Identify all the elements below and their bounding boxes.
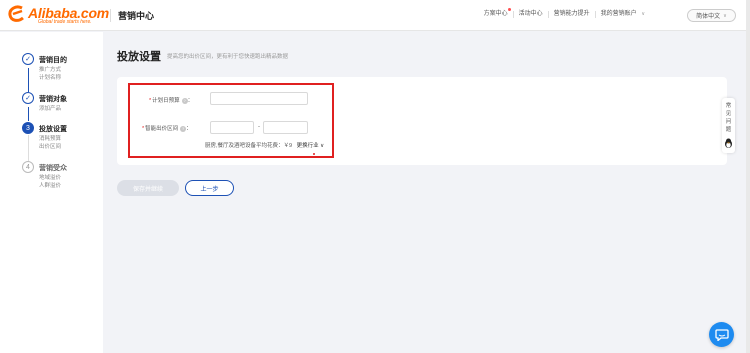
alibaba-logo[interactable]: Alibaba.com Global trade starts here. bbox=[8, 5, 109, 27]
step-subitem: 添加产品 bbox=[39, 106, 62, 112]
page-scrollbar[interactable] bbox=[746, 0, 750, 353]
bid-max-input[interactable] bbox=[263, 121, 308, 134]
top-nav: 方案中心 活动中心 营销能力提升 我的营销账户 ∨ bbox=[479, 8, 650, 18]
step-subitem: 出价区间 bbox=[39, 144, 62, 150]
nav-marketing-skills[interactable]: 营销能力提升 bbox=[547, 11, 595, 18]
nav-solution-center[interactable]: 方案中心 bbox=[479, 8, 513, 18]
main-content: 投放设置 提高您的出价区间，更有利于您快速跑出精品数据 *计划日预算?： *智能… bbox=[103, 32, 744, 353]
step-title: 营销目的 bbox=[39, 57, 67, 64]
step-subitem: 推广方式 bbox=[39, 67, 62, 73]
notification-dot bbox=[507, 8, 511, 11]
red-marker bbox=[313, 153, 315, 155]
page-description: 提高您的出价区间，更有利于您快速跑出精品数据 bbox=[167, 54, 289, 60]
step-subitem: 计划名称 bbox=[39, 75, 62, 81]
language-label: 简体中文 bbox=[696, 14, 721, 20]
step-title: 营销受众 bbox=[39, 165, 67, 172]
page-title: 投放设置 bbox=[117, 51, 161, 63]
step-sidebar: ✓ 营销目的 推广方式 计划名称 ✓ 营销对象 添加产品 3 投放设置 消耗预算… bbox=[0, 32, 103, 353]
nav-label: 我的营销账户 bbox=[600, 11, 637, 17]
faq-panel[interactable]: 常见问题 bbox=[722, 98, 735, 153]
chevron-down-icon: ∨ bbox=[723, 12, 727, 19]
app-title: 营销中心 bbox=[118, 11, 155, 21]
step-number: 4 bbox=[22, 161, 34, 173]
bid-range-label: *智能出价区间?： bbox=[142, 125, 192, 132]
step-subitem: 消耗预算 bbox=[39, 136, 62, 142]
hint-text: 厨房,餐厅及酒吧设备平均花费：￥9 bbox=[205, 143, 293, 149]
step-connector bbox=[28, 107, 29, 121]
penguin-icon bbox=[725, 138, 732, 148]
nav-label: 营销能力提升 bbox=[553, 11, 590, 17]
range-separator: - bbox=[258, 124, 260, 130]
chat-button[interactable] bbox=[709, 322, 734, 347]
chevron-down-icon: ∨ bbox=[641, 11, 645, 17]
nav-activity-center[interactable]: 活动中心 bbox=[512, 11, 548, 18]
alibaba-e-icon bbox=[8, 5, 24, 22]
step-subitem: 人群溢价 bbox=[39, 183, 62, 189]
chevron-down-icon: ∨ bbox=[320, 143, 325, 149]
step-subitem: 地域溢价 bbox=[39, 175, 62, 181]
step-number: 3 bbox=[22, 122, 34, 134]
chat-bubble-icon bbox=[714, 328, 729, 341]
step-connector bbox=[28, 68, 29, 92]
top-bar: Alibaba.com Global trade starts here. 营销… bbox=[0, 0, 750, 31]
change-industry-link[interactable]: 更换行业 ∨ bbox=[297, 143, 325, 149]
step-connector bbox=[28, 135, 29, 161]
check-icon: ✓ bbox=[22, 92, 34, 104]
nav-label: 方案中心 bbox=[483, 11, 508, 17]
language-selector[interactable]: 简体中文 ∨ bbox=[687, 9, 736, 22]
nav-label: 活动中心 bbox=[518, 11, 543, 17]
header-divider bbox=[110, 9, 111, 22]
faq-label: 常见问题 bbox=[725, 103, 732, 133]
save-continue-button[interactable]: 保存并继续 bbox=[117, 180, 179, 196]
step-title: 营销对象 bbox=[39, 96, 67, 103]
logo-tagline: Global trade starts here. bbox=[38, 19, 92, 25]
nav-marketing-account[interactable]: 我的营销账户 ∨ bbox=[594, 11, 650, 18]
daily-budget-label: *计划日预算?： bbox=[149, 97, 194, 104]
settings-card: *计划日预算?： *智能出价区间?： - 厨房,餐厅及酒吧设备平均花费：￥9 更… bbox=[117, 77, 727, 165]
step-title: 投放设置 bbox=[39, 126, 67, 133]
bid-min-input[interactable] bbox=[210, 121, 254, 134]
check-icon: ✓ bbox=[22, 53, 34, 65]
industry-hint: 厨房,餐厅及酒吧设备平均花费：￥9 更换行业 ∨ bbox=[205, 141, 324, 149]
back-button[interactable]: 上一步 bbox=[185, 180, 234, 196]
daily-budget-input[interactable] bbox=[210, 92, 308, 105]
